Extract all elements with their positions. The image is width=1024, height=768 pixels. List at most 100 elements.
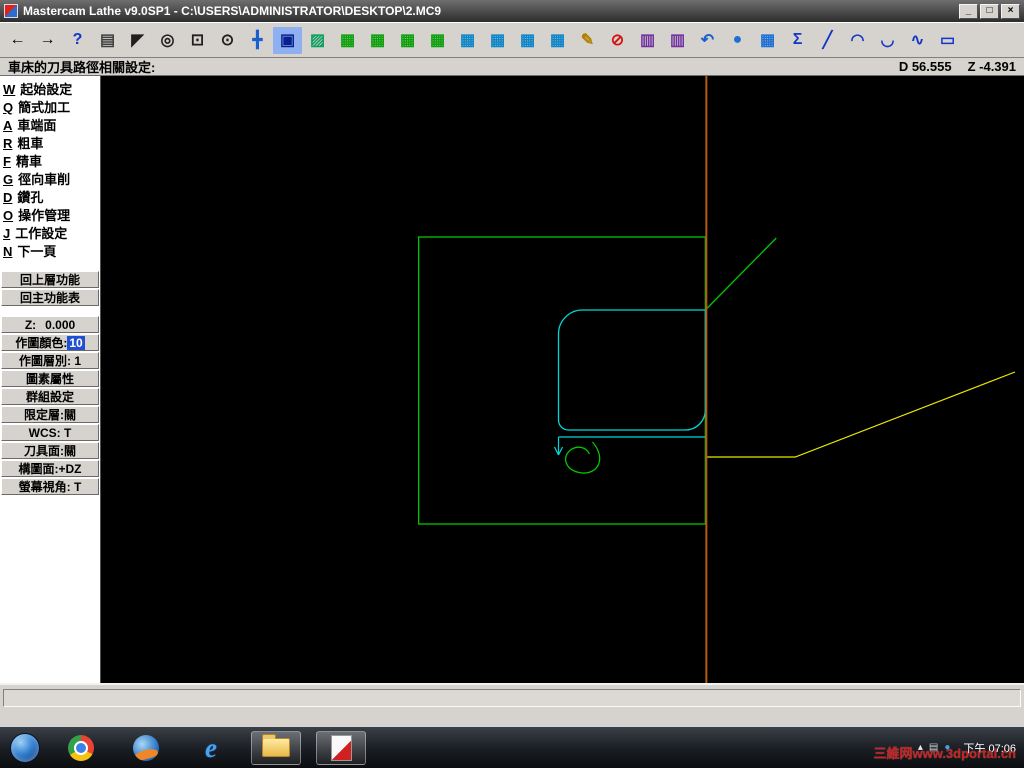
graphics-area[interactable] xyxy=(101,76,1024,683)
titlebar[interactable]: Mastercam Lathe v9.0SP1 - C:\USERS\ADMIN… xyxy=(0,0,1024,22)
taskbar: e ▴ ▤ ● 下午 07:06 三維网www.3dportal.cn xyxy=(0,727,1024,768)
menu-nav-button[interactable]: 回主功能表 xyxy=(1,289,99,306)
menu-hotkey: D xyxy=(3,190,13,205)
undo-icon[interactable]: ↶ xyxy=(693,27,722,54)
line-icon[interactable]: ╱ xyxy=(813,27,842,54)
icon-glyph: ✎ xyxy=(580,32,595,49)
menu-item[interactable]: R 粗車 xyxy=(1,133,99,151)
taskbar-explorer[interactable] xyxy=(251,730,301,765)
back-icon[interactable]: ← xyxy=(3,27,32,54)
delete-icon[interactable]: ⊘ xyxy=(603,27,632,54)
show-hidden-icons[interactable]: ▴ xyxy=(918,742,923,753)
pan-icon[interactable]: ╋ xyxy=(243,27,272,54)
toolpath-lines[interactable] xyxy=(705,371,1016,458)
menu-item[interactable]: J 工作設定 xyxy=(1,223,99,241)
close-button[interactable]: × xyxy=(1001,3,1020,19)
fit-screen-icon[interactable]: ▣ xyxy=(273,26,302,54)
stock-boundary-rect[interactable] xyxy=(418,236,706,525)
sidebar-status-button[interactable]: WCS: T xyxy=(1,424,99,441)
pencil-icon[interactable]: ✎ xyxy=(573,27,602,54)
sidebar-status-button[interactable]: 群組設定 xyxy=(1,388,99,405)
fillet-icon[interactable]: ◡ xyxy=(873,27,902,54)
menu-hotkey: W xyxy=(3,82,16,97)
gview-cube-iso-icon[interactable]: ▦ xyxy=(423,27,452,54)
sidebar-status-button[interactable]: 限定層:關 xyxy=(1,406,99,423)
tool-tip-curl[interactable] xyxy=(565,441,601,474)
arc-icon[interactable]: ◠ xyxy=(843,27,872,54)
sidebar-status-button[interactable]: 刀具面:關 xyxy=(1,442,99,459)
window-controls: _ □ × xyxy=(959,3,1020,19)
icon-glyph: ▦ xyxy=(399,32,416,49)
menu-item[interactable]: F 精車 xyxy=(1,151,99,169)
help-icon[interactable]: ? xyxy=(63,27,92,54)
sidebar-status-button[interactable]: 螢幕視角: T xyxy=(1,478,99,495)
menu-label: 鑽孔 xyxy=(17,190,44,205)
zoom-window-icon[interactable]: ⊡ xyxy=(183,27,212,54)
prompt-area xyxy=(0,683,1024,727)
unzoom-icon[interactable]: ⊙ xyxy=(213,27,242,54)
notepad-icon[interactable]: ▤ xyxy=(93,27,122,54)
groove-edge-line[interactable] xyxy=(553,436,706,456)
taskbar-chrome[interactable] xyxy=(56,731,106,765)
menu-item[interactable]: D 鑽孔 xyxy=(1,187,99,205)
sidebar-status-button[interactable]: 圖素屬性 xyxy=(1,370,99,387)
menu-label: 粗車 xyxy=(17,136,44,151)
icon-glyph: ◤ xyxy=(131,32,144,49)
gview-cube-side-icon[interactable]: ▦ xyxy=(393,27,422,54)
lead-in-line[interactable] xyxy=(704,237,777,311)
menu-nav-button[interactable]: 回上層功能 xyxy=(1,271,99,288)
context-help-icon[interactable]: ◤ xyxy=(123,27,152,54)
coordinate-readout: D 56.555 Z -4.391 xyxy=(899,59,1016,74)
network-icon[interactable]: ▤ xyxy=(929,742,938,753)
menu-item[interactable]: N 下一頁 xyxy=(1,241,99,259)
menu-item[interactable]: G 徑向車削 xyxy=(1,169,99,187)
shading-icon[interactable]: ● xyxy=(723,27,752,54)
undelete-all-icon[interactable]: ▥ xyxy=(663,27,692,54)
cplane-cube-side-icon[interactable]: ▦ xyxy=(513,27,542,54)
part-profile[interactable] xyxy=(557,309,706,431)
cplane-cube-iso-icon[interactable]: ▦ xyxy=(543,27,572,54)
menu-item[interactable]: A 車端面 xyxy=(1,115,99,133)
menu-item[interactable]: O 操作管理 xyxy=(1,205,99,223)
gview-cube-front-icon[interactable]: ▦ xyxy=(363,27,392,54)
screen-menu-icon[interactable]: ▦ xyxy=(753,27,782,54)
nav-button-label: 回主功能表 xyxy=(19,291,80,305)
icon-glyph: → xyxy=(39,31,56,48)
gview-cube-top-icon[interactable]: ▦ xyxy=(333,27,362,54)
prompt-statusline: 車床的刀具路徑相關設定: D 56.555 Z -4.391 xyxy=(0,58,1024,76)
menu-label: 徑向車削 xyxy=(18,172,71,187)
spline-icon[interactable]: ∿ xyxy=(903,27,932,54)
rectangle-icon[interactable]: ▭ xyxy=(933,27,962,54)
cplane-cube-front-icon[interactable]: ▦ xyxy=(483,27,512,54)
prompt-text: 車床的刀具路徑相關設定: xyxy=(8,60,156,75)
forward-icon[interactable]: → xyxy=(33,27,62,54)
menu-item[interactable]: W 起始設定 xyxy=(1,79,99,97)
cplane-cube-top-icon[interactable]: ▦ xyxy=(453,27,482,54)
update-icon[interactable]: ● xyxy=(944,742,950,753)
icon-glyph: ◡ xyxy=(880,32,895,49)
draw-level-button[interactable]: 作圖層別: 1 xyxy=(1,352,99,369)
analyze-sigma-icon[interactable]: Σ xyxy=(783,27,812,54)
minimize-button[interactable]: _ xyxy=(959,3,978,19)
taskbar-clock[interactable]: 下午 07:06 xyxy=(963,740,1016,756)
z-depth-button[interactable]: Z: 0.000 xyxy=(1,316,99,333)
draw-color-button[interactable]: 作圖顏色: 10 xyxy=(1,334,99,351)
start-button[interactable] xyxy=(10,732,40,763)
taskbar-media-player[interactable] xyxy=(121,731,171,765)
taskbar-internet-explorer[interactable]: e xyxy=(186,731,236,765)
menu-label: 操作管理 xyxy=(18,208,71,223)
folder-icon xyxy=(262,734,290,757)
undelete-icon[interactable]: ▥ xyxy=(633,27,662,54)
menu-hotkey: R xyxy=(3,136,13,151)
command-input[interactable] xyxy=(3,689,1021,707)
z-label: Z: xyxy=(24,317,37,332)
taskbar-mastercam[interactable] xyxy=(316,730,366,765)
icon-glyph: ↶ xyxy=(700,32,715,49)
restore-button[interactable]: □ xyxy=(980,3,999,19)
zoom-icon[interactable]: ◎ xyxy=(153,27,182,54)
sidebar-status-button[interactable]: 構圖面:+DZ xyxy=(1,460,99,477)
menu-item[interactable]: Q 簡式加工 xyxy=(1,97,99,115)
repaint-icon[interactable]: ▨ xyxy=(303,27,332,54)
icon-glyph: ? xyxy=(72,31,83,48)
